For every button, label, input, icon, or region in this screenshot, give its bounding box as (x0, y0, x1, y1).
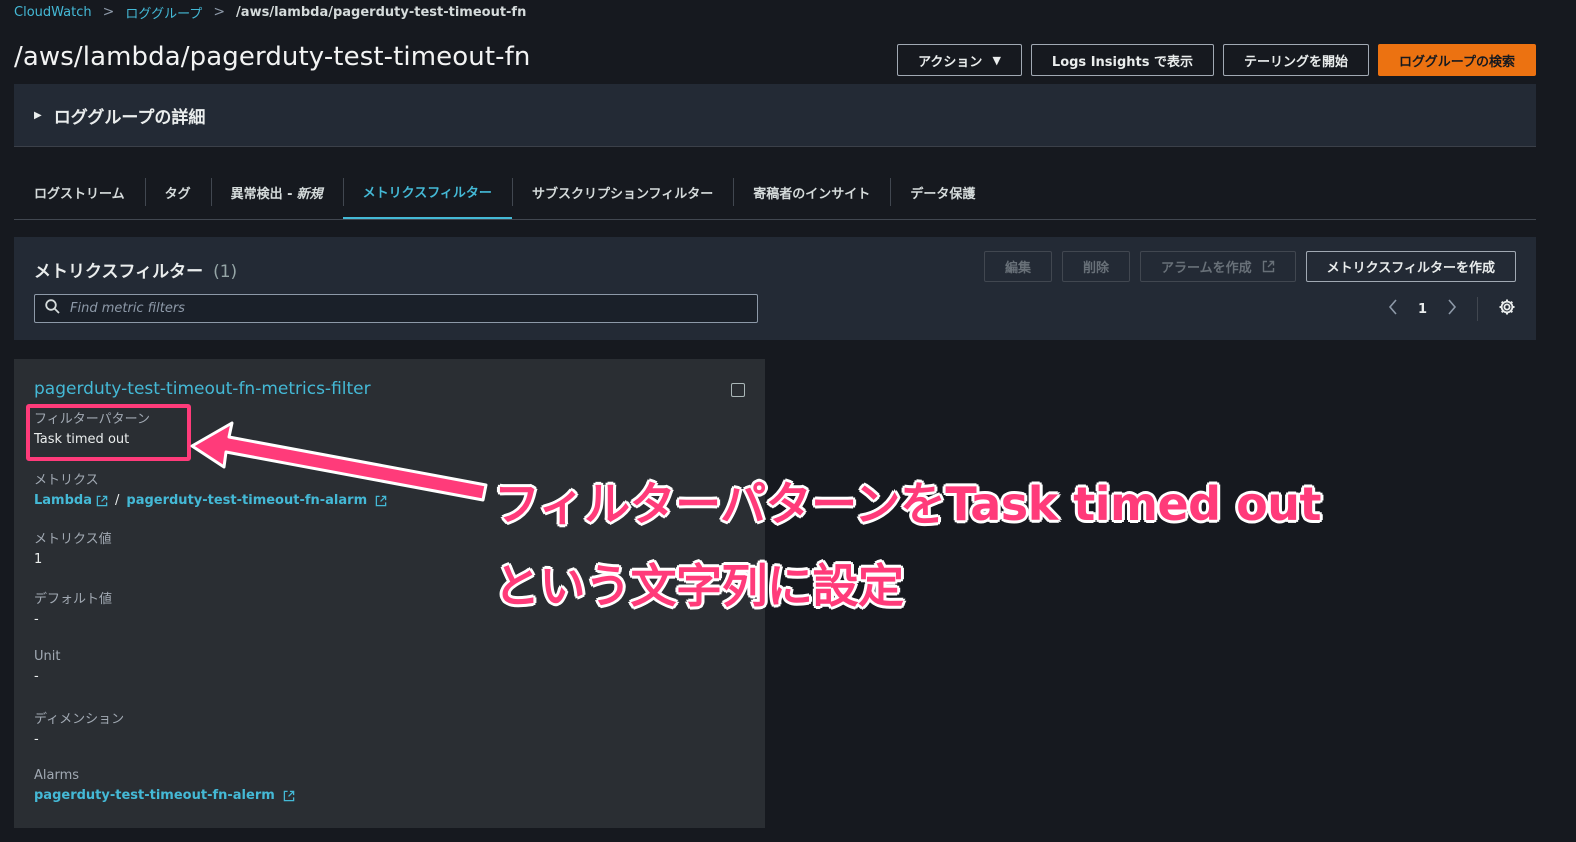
annotation-line-1: フィルターパターンをTask timed out (494, 477, 1321, 531)
annotation-arrow (190, 421, 488, 502)
annotation-line-2: という文字列に設定 (494, 559, 904, 613)
